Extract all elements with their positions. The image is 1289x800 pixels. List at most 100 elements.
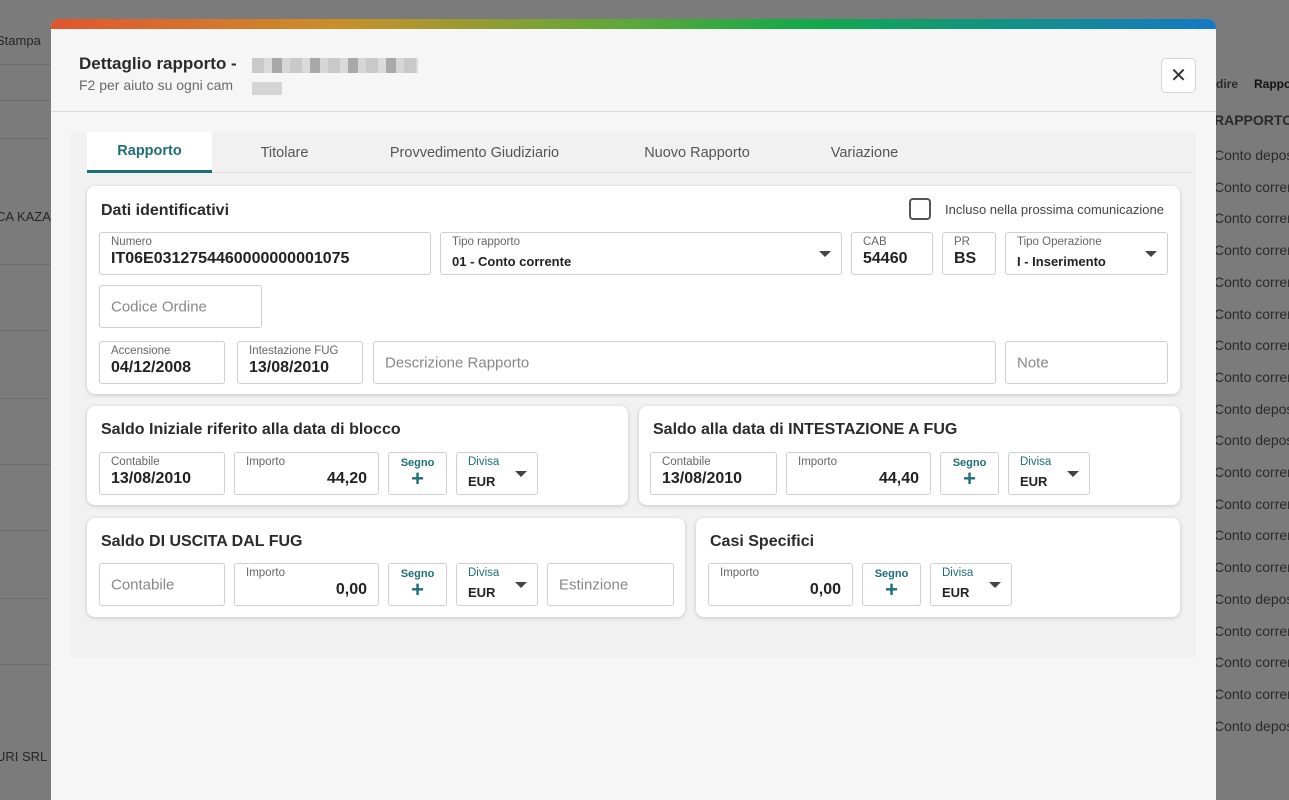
background-row-text: Conto corren [1216, 464, 1289, 480]
background-text: CA KAZA [0, 209, 51, 224]
field-label: Intestazione FUG [249, 345, 339, 357]
codice-ordine-field[interactable]: Codice Ordine [99, 285, 262, 328]
plus-icon: + [885, 577, 898, 602]
background-text: Stampa [0, 33, 41, 48]
modal-header: Dettaglio rapporto - F2 per aiuto su ogn… [51, 29, 1216, 112]
field-label: Importo [246, 456, 285, 468]
field-value: 13/08/2010 [111, 470, 192, 487]
tab-nuovo-rapporto[interactable]: Nuovo Rapporto [627, 132, 767, 173]
note-field[interactable]: Note [1005, 341, 1168, 384]
chevron-down-icon [1067, 470, 1079, 477]
redacted-subtitle [252, 82, 282, 95]
field-label: PR [954, 236, 970, 248]
field-label: Divisa [1020, 456, 1052, 468]
contabile-field[interactable]: Contabile [99, 563, 225, 606]
background-row-text: Conto corren [1216, 178, 1289, 195]
field-value: 44,20 [326, 470, 367, 487]
background-row-text: Conto depos [1216, 717, 1289, 734]
background-row-text: Conto corren [1216, 273, 1289, 290]
divisa-select[interactable]: Divisa EUR [930, 563, 1012, 606]
field-value: 13/08/2010 [249, 359, 330, 376]
tab-variazione[interactable]: Variazione [812, 132, 917, 173]
field-placeholder: Codice Ordine [111, 298, 207, 315]
field-placeholder: Estinzione [559, 576, 629, 593]
field-value: 13/08/2010 [662, 470, 743, 487]
divisa-select[interactable]: Divisa EUR [456, 452, 538, 495]
background-row-text: Conto corren [1216, 622, 1289, 639]
tipo-operazione-select[interactable]: Tipo Operazione I - Inserimento [1005, 232, 1168, 275]
card-title: Casi Specifici [710, 533, 815, 550]
cab-field[interactable]: CAB 54460 [851, 232, 933, 275]
field-label: CAB [863, 236, 887, 248]
field-value: 0,00 [809, 581, 841, 598]
chevron-down-icon [989, 581, 1001, 588]
accensione-field[interactable]: Accensione 04/12/2008 [99, 341, 225, 384]
background-row-text: Conto corren [1216, 495, 1289, 512]
tab-rapporto[interactable]: Rapporto [87, 132, 212, 173]
plus-icon: + [411, 577, 424, 602]
field-label: Importo [720, 567, 759, 579]
segno-toggle[interactable]: Segno + [862, 563, 921, 606]
pr-field[interactable]: PR BS [942, 232, 996, 275]
modal-body: Rapporto Titolare Provvedimento Giudizia… [71, 132, 1196, 657]
contabile-field[interactable]: Contabile 13/08/2010 [99, 452, 225, 495]
background-row-text: Conto corren [1216, 368, 1289, 385]
background-text: Rappo [1254, 77, 1289, 91]
chevron-down-icon [1145, 250, 1157, 257]
importo-field[interactable]: Importo 0,00 [234, 563, 379, 606]
segno-toggle[interactable]: Segno + [940, 452, 999, 495]
contabile-field[interactable]: Contabile 13/08/2010 [650, 452, 777, 495]
divisa-select[interactable]: Divisa EUR [456, 563, 538, 606]
card-title: Dati identificativi [101, 202, 230, 219]
tab-provvedimento-giudiziario[interactable]: Provvedimento Giudiziario [372, 132, 577, 173]
segno-toggle[interactable]: Segno + [388, 563, 447, 606]
field-value: 44,40 [878, 470, 919, 487]
close-button[interactable]: ✕ [1161, 58, 1196, 93]
background-row-text: Conto corren [1216, 654, 1289, 671]
saldo-intestazione-fug-card: Saldo alla data di INTESTAZIONE A FUG Co… [639, 406, 1180, 505]
descrizione-rapporto-field[interactable]: Descrizione Rapporto [373, 341, 996, 384]
redacted-title [252, 58, 418, 73]
importo-field[interactable]: Importo 0,00 [708, 563, 853, 606]
field-value: 0,00 [335, 581, 367, 598]
tipo-rapporto-select[interactable]: Tipo rapporto 01 - Conto corrente [440, 232, 842, 275]
field-label: Divisa [942, 567, 974, 579]
field-label: Divisa [468, 456, 500, 468]
segno-toggle[interactable]: Segno + [388, 452, 447, 495]
background-row-text: Conto depos [1216, 147, 1289, 163]
modal-title: Dettaglio rapporto - [79, 54, 237, 73]
background-right-panel: dire Rappo RAPPORTO Conto depos Conto cor… [1216, 0, 1289, 800]
field-value: EUR [468, 585, 496, 600]
field-label: Importo [798, 456, 837, 468]
incluso-checkbox[interactable] [909, 198, 931, 220]
card-title: Saldo alla data di INTESTAZIONE A FUG [653, 421, 958, 438]
field-value: IT06E0312754460000000001075 [111, 250, 350, 267]
modal-accent-bar [51, 19, 1216, 29]
numero-field[interactable]: Numero IT06E0312754460000000001075 [99, 232, 431, 275]
importo-field[interactable]: Importo 44,40 [786, 452, 931, 495]
field-value: 04/12/2008 [111, 359, 192, 376]
intestazione-fug-field[interactable]: Intestazione FUG 13/08/2010 [237, 341, 363, 384]
field-placeholder: Descrizione Rapporto [385, 354, 530, 371]
plus-icon: + [411, 466, 424, 491]
divisa-select[interactable]: Divisa EUR [1008, 452, 1090, 495]
field-value: EUR [1020, 474, 1048, 489]
dati-identificativi-card: Dati identificativi Incluso nella prossi… [87, 186, 1180, 394]
field-label: Tipo rapporto [452, 236, 520, 248]
chevron-down-icon [515, 581, 527, 588]
background-text: RAPPORTO [1216, 112, 1289, 128]
card-title: Saldo Iniziale riferito alla data di blo… [101, 421, 401, 438]
plus-icon: + [963, 466, 976, 491]
field-label: Accensione [111, 345, 171, 357]
saldo-iniziale-card: Saldo Iniziale riferito alla data di blo… [87, 406, 628, 505]
field-value: 01 - Conto corrente [452, 254, 572, 269]
estinzione-field[interactable]: Estinzione [547, 563, 674, 606]
background-row-text: Conto corren [1216, 559, 1289, 576]
background-row-text: Conto depos [1216, 432, 1289, 449]
tab-titolare[interactable]: Titolare [242, 132, 327, 173]
background-left-panel: Stampa CA KAZA URI SRL [0, 0, 51, 800]
importo-field[interactable]: Importo 44,20 [234, 452, 379, 495]
close-icon: ✕ [1170, 65, 1187, 87]
field-value: EUR [468, 474, 496, 489]
background-row-text: Conto depos [1216, 590, 1289, 607]
